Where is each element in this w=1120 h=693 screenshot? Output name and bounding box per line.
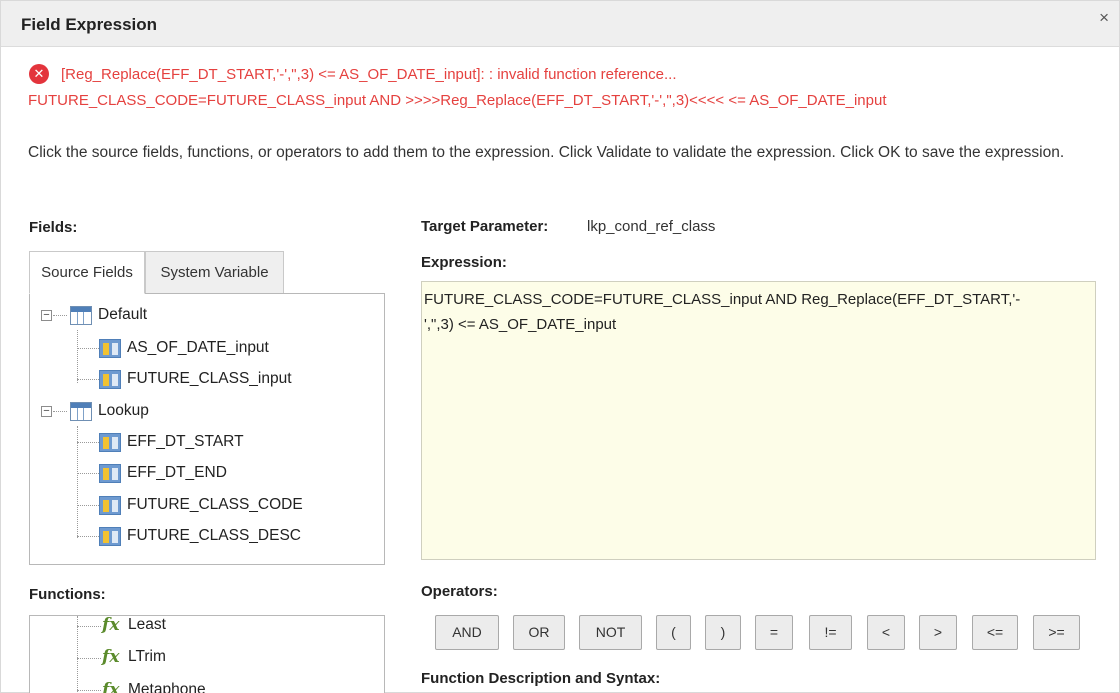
tree-field-eff-dt-end[interactable]: EFF_DT_END bbox=[99, 462, 227, 484]
function-item-metaphone[interactable]: fx Metaphone bbox=[102, 679, 206, 693]
tree-field-label: FUTURE_CLASS_input bbox=[127, 370, 292, 387]
tree-connector bbox=[77, 626, 101, 627]
tree-field-label: EFF_DT_END bbox=[127, 464, 227, 481]
target-parameter-label: Target Parameter: bbox=[421, 218, 549, 235]
function-description-label: Function Description and Syntax: bbox=[421, 670, 661, 687]
tree-connector bbox=[77, 442, 99, 443]
operator-not-equals-button[interactable]: != bbox=[809, 615, 852, 650]
tree-connector bbox=[77, 690, 101, 691]
field-icon bbox=[99, 463, 121, 483]
operator-greater-equal-button[interactable]: >= bbox=[1033, 615, 1080, 650]
operator-open-paren-button[interactable]: ( bbox=[656, 615, 691, 650]
tree-connector bbox=[77, 379, 99, 380]
operators-label: Operators: bbox=[421, 583, 498, 600]
tree-field-label: AS_OF_DATE_input bbox=[127, 339, 269, 356]
functions-tree: fx Least fx LTrim fx Metaphone bbox=[29, 615, 385, 693]
expression-line: ',",3) <= AS_OF_DATE_input bbox=[424, 316, 617, 333]
field-icon bbox=[99, 432, 121, 452]
operator-greater-than-button[interactable]: > bbox=[919, 615, 957, 650]
tree-field-future-class-code[interactable]: FUTURE_CLASS_CODE bbox=[99, 494, 303, 516]
functions-label: Functions: bbox=[29, 586, 106, 603]
function-icon: fx bbox=[102, 680, 120, 693]
field-expression-dialog: Field Expression × ✕ [Reg_Replace(EFF_DT… bbox=[0, 0, 1120, 693]
field-icon bbox=[99, 338, 121, 358]
error-detail: FUTURE_CLASS_CODE=FUTURE_CLASS_input AND… bbox=[28, 92, 887, 109]
tree-connector bbox=[77, 616, 78, 693]
table-icon bbox=[70, 401, 92, 421]
operator-less-than-button[interactable]: < bbox=[867, 615, 905, 650]
tree-node-lookup[interactable]: Lookup bbox=[70, 400, 149, 422]
tree-field-future-class-desc[interactable]: FUTURE_CLASS_DESC bbox=[99, 525, 301, 547]
fields-label: Fields: bbox=[29, 219, 78, 236]
tree-field-label: EFF_DT_START bbox=[127, 433, 244, 450]
tree-connector bbox=[77, 348, 99, 349]
function-item-least[interactable]: fx Least bbox=[102, 615, 166, 636]
table-icon bbox=[70, 305, 92, 325]
tree-field-eff-dt-start[interactable]: EFF_DT_START bbox=[99, 431, 244, 453]
tree-field-future-class-input[interactable]: FUTURE_CLASS_input bbox=[99, 368, 292, 390]
expression-line: FUTURE_CLASS_CODE=FUTURE_CLASS_input AND… bbox=[424, 291, 1021, 308]
field-icon bbox=[99, 369, 121, 389]
instructions-text: Click the source fields, functions, or o… bbox=[28, 144, 1065, 161]
close-icon[interactable]: × bbox=[1099, 9, 1109, 26]
function-icon: fx bbox=[102, 647, 120, 667]
field-icon bbox=[99, 495, 121, 515]
function-label: Least bbox=[128, 616, 166, 633]
error-icon: ✕ bbox=[29, 64, 49, 84]
tree-connector bbox=[77, 473, 99, 474]
tree-connector bbox=[53, 315, 67, 316]
function-label: LTrim bbox=[128, 648, 166, 665]
operator-equals-button[interactable]: = bbox=[755, 615, 793, 650]
tab-system-variable[interactable]: System Variable bbox=[145, 251, 284, 294]
function-label: Metaphone bbox=[128, 681, 206, 693]
operator-less-equal-button[interactable]: <= bbox=[972, 615, 1018, 650]
tree-field-label: FUTURE_CLASS_DESC bbox=[127, 527, 301, 544]
source-fields-tree: − Default AS_OF_DATE_input FUTURE_CLASS_… bbox=[29, 293, 385, 565]
function-item-ltrim[interactable]: fx LTrim bbox=[102, 646, 166, 668]
operator-and-button[interactable]: AND bbox=[435, 615, 499, 650]
dialog-title: Field Expression bbox=[21, 15, 158, 34]
tree-node-label: Default bbox=[98, 306, 148, 323]
operator-close-paren-button[interactable]: ) bbox=[705, 615, 741, 650]
field-icon bbox=[99, 526, 121, 546]
tree-connector bbox=[77, 330, 78, 383]
tree-node-label: Lookup bbox=[98, 402, 149, 419]
collapse-icon[interactable]: − bbox=[41, 406, 52, 417]
collapse-icon[interactable]: − bbox=[41, 310, 52, 321]
tree-connector bbox=[77, 658, 101, 659]
operator-not-button[interactable]: NOT bbox=[579, 615, 642, 650]
tree-node-default[interactable]: Default bbox=[70, 304, 147, 326]
tree-connector bbox=[53, 411, 67, 412]
error-message: [Reg_Replace(EFF_DT_START,'-',",3) <= AS… bbox=[61, 66, 677, 83]
tree-connector bbox=[77, 505, 99, 506]
operator-or-button[interactable]: OR bbox=[513, 615, 565, 650]
expression-label: Expression: bbox=[421, 254, 507, 271]
dialog-titlebar: Field Expression × bbox=[1, 1, 1119, 47]
tree-field-label: FUTURE_CLASS_CODE bbox=[127, 496, 303, 513]
tab-source-fields[interactable]: Source Fields bbox=[29, 251, 145, 294]
tree-field-as-of-date-input[interactable]: AS_OF_DATE_input bbox=[99, 337, 269, 359]
expression-editor[interactable]: FUTURE_CLASS_CODE=FUTURE_CLASS_input AND… bbox=[421, 281, 1096, 560]
function-icon: fx bbox=[102, 615, 120, 635]
target-parameter-value: lkp_cond_ref_class bbox=[587, 218, 716, 235]
tree-connector bbox=[77, 536, 99, 537]
